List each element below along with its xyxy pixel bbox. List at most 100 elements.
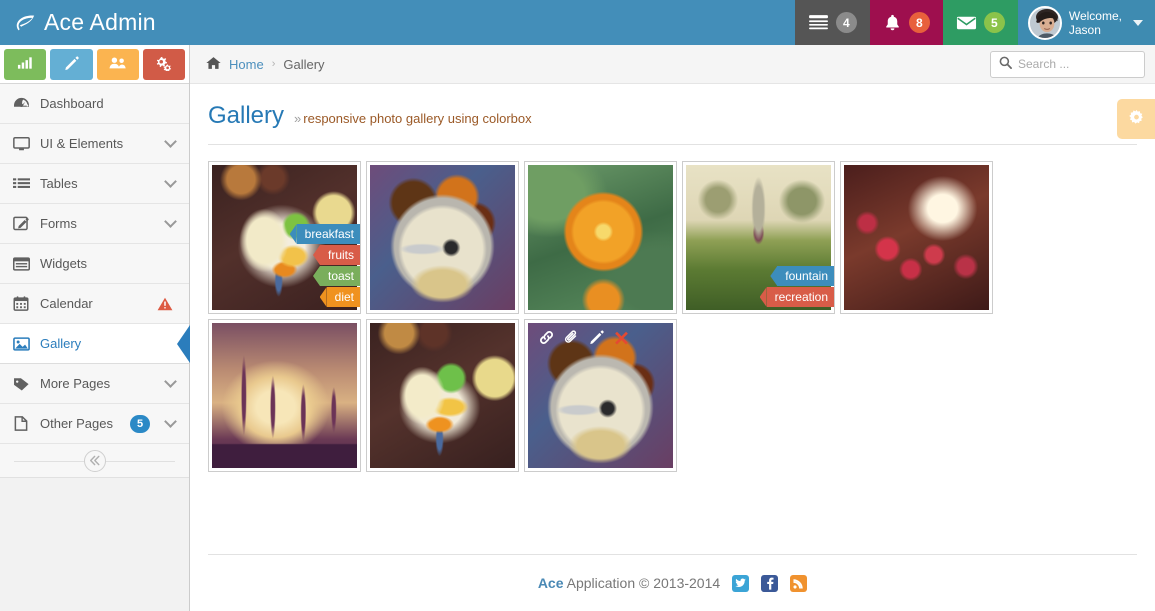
gallery-tags: fountain recreation [766, 266, 834, 307]
gallery-item[interactable] [840, 161, 993, 314]
footer-wrap: Ace Application © 2013-2014 [190, 554, 1155, 611]
gallery-item[interactable] [208, 319, 361, 472]
sidebar-menu: Dashboard UI & Elements Tables Forms Wid… [0, 84, 190, 444]
sidebar-item-other-pages[interactable]: Other Pages 5 [0, 404, 189, 444]
page-title: Gallery [208, 102, 285, 129]
gallery-item[interactable] [524, 161, 677, 314]
user-name: Jason [1068, 22, 1101, 37]
active-indicator-arrow [177, 324, 190, 363]
gallery-tag[interactable]: fountain [777, 266, 834, 286]
search-input[interactable] [1018, 57, 1155, 71]
gallery-tag[interactable]: recreation [766, 287, 834, 307]
cogs-icon [155, 56, 172, 74]
shortcut-settings[interactable] [142, 49, 185, 80]
link-icon[interactable] [539, 330, 554, 345]
gallery-photo-sunset-plants [212, 323, 357, 468]
file-icon [12, 416, 30, 431]
home-icon [206, 56, 221, 73]
sidebar-item-label: Tables [40, 176, 78, 191]
sidebar-shortcuts [0, 45, 189, 84]
shortcut-users[interactable] [96, 49, 139, 80]
footer-text-block: Ace Application © 2013-2014 [538, 575, 720, 591]
gallery-tags: breakfast fruits toast diet [296, 224, 360, 307]
page-subtitle: responsive photo gallery using colorbox [303, 111, 532, 126]
twitter-icon[interactable] [732, 574, 750, 592]
page-root: Ace Admin 4 8 5 Welcome, Jason Dashboard… [0, 0, 1155, 611]
sidebar-item-label: Widgets [40, 256, 87, 271]
warning-icon [157, 297, 173, 311]
gallery-item[interactable]: fountain recreation [682, 161, 835, 314]
gallery-item[interactable] [524, 319, 677, 472]
shortcut-edit[interactable] [50, 49, 93, 80]
gallery-item[interactable]: breakfast fruits toast diet [208, 161, 361, 314]
notifications-badge: 8 [908, 12, 930, 33]
gallery-item[interactable] [366, 161, 519, 314]
sidebar-item-label: More Pages [40, 376, 111, 391]
footer-brand: Ace [537, 575, 564, 591]
brand-title: Ace Admin [44, 9, 156, 35]
sidebar: Dashboard UI & Elements Tables Forms Wid… [0, 45, 190, 611]
gallery-photo-breakfast-plate-2 [370, 323, 515, 468]
sidebar-item-widgets[interactable]: Widgets [0, 244, 189, 284]
chevron-down-icon [164, 175, 177, 188]
bar-chart-icon [17, 56, 34, 73]
sidebar-item-dashboard[interactable]: Dashboard [0, 84, 189, 124]
gallery-hover-toolbar [525, 320, 676, 354]
gallery-tag[interactable]: diet [326, 287, 360, 307]
search-box[interactable] [990, 50, 1155, 78]
sidebar-item-ui-elements[interactable]: UI & Elements [0, 124, 189, 164]
body: Dashboard UI & Elements Tables Forms Wid… [0, 45, 1155, 611]
gallery-tag[interactable]: toast [319, 266, 360, 286]
sidebar-item-more-pages[interactable]: More Pages [0, 364, 189, 404]
navbar-user-menu[interactable]: Welcome, Jason [1017, 0, 1155, 45]
facebook-icon[interactable] [761, 574, 779, 592]
list-icon [12, 177, 30, 191]
gallery-photo-indian-thali [370, 165, 515, 310]
sidebar-item-label: Forms [40, 216, 77, 231]
navbar-messages[interactable]: 5 [942, 0, 1018, 45]
image-icon [12, 336, 30, 351]
sidebar-item-label: Other Pages [40, 416, 113, 431]
sidebar-item-label: Calendar [40, 296, 93, 311]
welcome-label: Welcome, [1068, 8, 1122, 23]
settings-button[interactable] [1117, 99, 1155, 139]
messages-badge: 5 [983, 12, 1005, 33]
calendar-icon [12, 296, 30, 311]
chevron-down-icon [1133, 19, 1143, 26]
pencil-icon [64, 55, 79, 74]
gallery-item[interactable] [366, 319, 519, 472]
gallery-tag[interactable]: breakfast [296, 224, 360, 244]
paperclip-icon[interactable] [564, 329, 579, 345]
remove-icon[interactable] [614, 330, 629, 345]
page-subtitle-marker: » [294, 111, 302, 126]
navbar-right: 4 8 5 Welcome, Jason [794, 0, 1155, 45]
group-icon [109, 56, 127, 73]
form-edit-icon [12, 216, 30, 231]
gear-icon [1128, 109, 1145, 129]
navbar-tasks[interactable]: 4 [794, 0, 870, 45]
shortcut-charts[interactable] [4, 49, 47, 80]
double-chevron-left-icon[interactable] [83, 449, 106, 472]
search-icon [999, 56, 1012, 72]
navbar-spacer [190, 0, 795, 45]
bell-icon [883, 13, 902, 32]
chevron-down-icon [164, 375, 177, 388]
sidebar-item-label: Dashboard [40, 96, 104, 111]
sidebar-item-label: Gallery [40, 336, 82, 351]
dashboard-icon [12, 96, 30, 111]
footer: Ace Application © 2013-2014 [190, 555, 1155, 611]
gallery-tag[interactable]: fruits [319, 245, 360, 265]
sidebar-collapse-row [0, 444, 189, 478]
sidebar-item-forms[interactable]: Forms [0, 204, 189, 244]
sidebar-item-tables[interactable]: Tables [0, 164, 189, 204]
breadcrumb-home[interactable]: Home [229, 57, 264, 72]
navbar-notifications[interactable]: 8 [869, 0, 943, 45]
sidebar-item-gallery[interactable]: Gallery [0, 324, 190, 364]
page-header: Gallery » responsive photo gallery using … [208, 99, 1155, 145]
sidebar-item-calendar[interactable]: Calendar [0, 284, 189, 324]
footer-copy: Application © 2013-2014 [566, 575, 721, 591]
brand[interactable]: Ace Admin [0, 0, 190, 45]
pencil-icon[interactable] [589, 329, 604, 345]
rss-icon[interactable] [790, 574, 808, 592]
avatar [1027, 5, 1062, 40]
